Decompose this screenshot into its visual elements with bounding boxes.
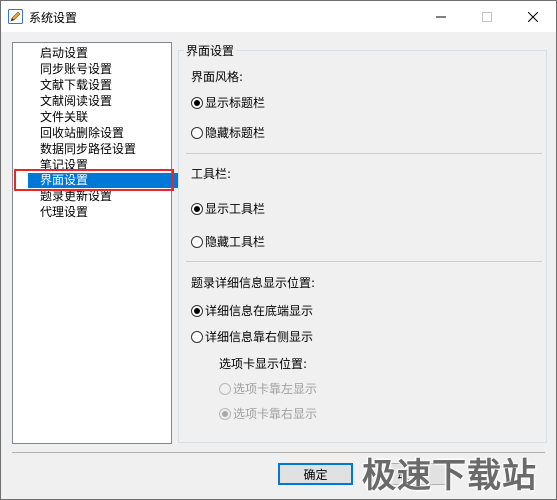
style-section-label: 界面风格:: [191, 70, 244, 84]
site-watermark: 极速下载站: [362, 456, 537, 496]
sidebar-item-update[interactable]: 题录更新设置: [40, 189, 112, 204]
radio-label: 详细信息靠右侧显示: [205, 330, 314, 344]
radio-indicator: [191, 330, 203, 343]
radio-indicator: [191, 202, 203, 215]
radio-detail-right[interactable]: 详细信息靠右侧显示: [191, 328, 313, 345]
radio-detail-bottom[interactable]: 详细信息在底端显示: [191, 302, 313, 319]
radio-label: 隐藏工具栏: [205, 235, 266, 249]
sidebar-item-notes[interactable]: 笔记设置: [40, 158, 88, 173]
radio-indicator: [191, 126, 203, 139]
maximize-button: [464, 1, 510, 32]
app-pencil-icon: [8, 9, 23, 24]
radio-label: 显示标题栏: [205, 96, 266, 110]
radio-indicator: [191, 304, 203, 317]
section-divider: [186, 261, 542, 262]
radio-show-titlebar[interactable]: 显示标题栏: [191, 94, 265, 111]
ok-button[interactable]: 确定: [278, 463, 353, 485]
minimize-icon: [436, 16, 446, 17]
radio-indicator: [191, 96, 203, 109]
settings-category-list[interactable]: 启动设置 同步账号设置 文献下载设置 文献阅读设置 文件关联 回收站删除设置 数…: [12, 42, 178, 444]
radio-indicator: [219, 382, 231, 395]
maximize-icon: [482, 11, 492, 22]
radio-show-toolbar[interactable]: 显示工具栏: [191, 200, 265, 217]
radio-label: 详细信息在底端显示: [205, 304, 314, 318]
detail-section-label: 题录详细信息显示位置:: [191, 276, 316, 290]
radio-indicator: [219, 407, 231, 420]
sidebar-item-download[interactable]: 文献下载设置: [40, 78, 112, 93]
sidebar-item-sync-path[interactable]: 数据同步路径设置: [40, 142, 136, 157]
radio-tab-left: 选项卡靠左显示: [219, 380, 317, 397]
radio-indicator: [191, 235, 203, 248]
window-title: 系统设置: [29, 11, 78, 25]
toolbar-section-label: 工具栏:: [191, 167, 232, 181]
radio-label: 选项卡靠左显示: [233, 382, 318, 396]
minimize-button[interactable]: [418, 1, 464, 32]
sidebar-item-interface[interactable]: 界面设置: [28, 173, 178, 188]
radio-hide-toolbar[interactable]: 隐藏工具栏: [191, 233, 265, 250]
settings-window: 系统设置 启动设置 同步账号设置 文献下载设置 文献阅读设置 文件关联 回收站删…: [0, 0, 557, 500]
sidebar-item-file-association[interactable]: 文件关联: [40, 110, 88, 125]
sidebar-item-sync-account[interactable]: 同步账号设置: [40, 62, 112, 77]
tab-position-label: 选项卡显示位置:: [219, 357, 308, 371]
radio-label: 选项卡靠右显示: [233, 407, 318, 421]
close-icon: [528, 11, 538, 22]
radio-hide-titlebar[interactable]: 隐藏标题栏: [191, 124, 265, 141]
title-bar[interactable]: 系统设置: [1, 1, 556, 32]
section-divider: [186, 153, 542, 154]
group-title: 界面设置: [184, 42, 237, 59]
sidebar-item-startup[interactable]: 启动设置: [40, 46, 88, 61]
radio-tab-right: 选项卡靠右显示: [219, 405, 317, 422]
sidebar-item-proxy[interactable]: 代理设置: [40, 205, 88, 220]
sidebar-item-reading[interactable]: 文献阅读设置: [40, 94, 112, 109]
sidebar-item-recycle-bin[interactable]: 回收站删除设置: [40, 126, 124, 141]
radio-label: 显示工具栏: [205, 202, 266, 216]
close-button[interactable]: [510, 1, 556, 32]
radio-label: 隐藏标题栏: [205, 126, 266, 140]
